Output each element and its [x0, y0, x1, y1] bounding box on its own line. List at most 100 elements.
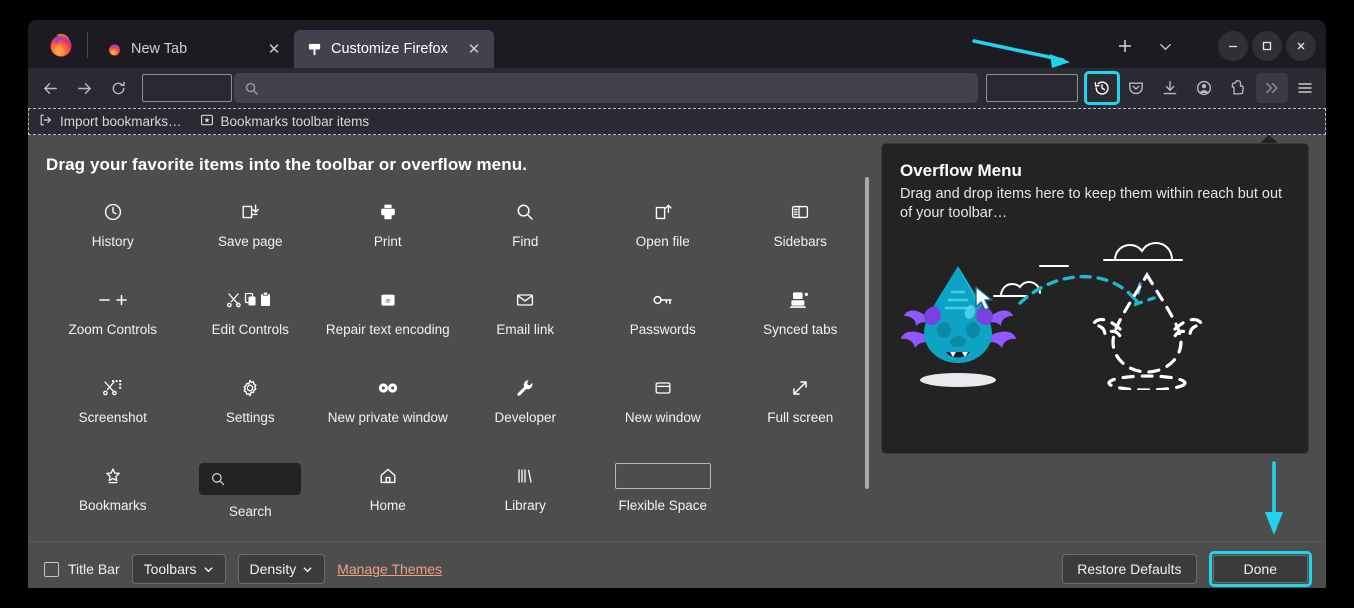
palette-item-label: Settings: [225, 410, 275, 425]
palette-item-label: Synced tabs: [763, 322, 838, 337]
done-label: Done: [1243, 561, 1277, 577]
palette-item-new-private-window[interactable]: New private window: [319, 365, 457, 453]
palette-item-search[interactable]: Search: [182, 453, 320, 541]
fullscreen-icon: [790, 375, 810, 401]
customize-heading: Drag your favorite items into the toolba…: [46, 155, 528, 174]
palette-item-flexible-space[interactable]: Flexible Space: [594, 453, 732, 541]
pocket-icon[interactable]: [1120, 73, 1152, 103]
import-bookmarks-label: Import bookmarks…: [60, 114, 182, 129]
search-icon: [212, 473, 225, 486]
account-icon[interactable]: [1188, 73, 1220, 103]
palette-item-save-page[interactable]: Save page: [182, 189, 320, 277]
close-window-button[interactable]: [1286, 31, 1316, 61]
key-icon: [651, 287, 675, 313]
density-dropdown[interactable]: Density: [237, 554, 326, 584]
restore-defaults-button[interactable]: Restore Defaults: [1062, 554, 1197, 584]
palette-item-find[interactable]: Find: [457, 189, 595, 277]
palette-item-bookmarks[interactable]: Bookmarks: [44, 453, 182, 541]
restore-defaults-label: Restore Defaults: [1077, 561, 1182, 577]
new-window-icon: [653, 375, 673, 401]
library-icon: [515, 463, 535, 489]
open-file-icon: [653, 199, 673, 225]
toolbars-dropdown[interactable]: Toolbars: [131, 554, 226, 584]
overflow-menu-panel[interactable]: Overflow Menu Drag and drop items here t…: [881, 143, 1309, 454]
bookmarks-toolbar-items-label: Bookmarks toolbar items: [220, 114, 370, 129]
palette-item-passwords[interactable]: Passwords: [594, 277, 732, 365]
bookmarks-toolbar-items-button[interactable]: Bookmarks toolbar items: [200, 113, 370, 130]
tab-separator: [87, 32, 88, 58]
palette-item-label: New window: [624, 410, 701, 425]
downloads-icon[interactable]: [1154, 73, 1186, 103]
reload-icon[interactable]: [102, 73, 134, 103]
done-button-highlight: Done: [1208, 551, 1312, 587]
palette-item-label: Zoom Controls: [68, 322, 158, 337]
drag-drop-creature-illustration: [882, 240, 1308, 392]
clock-icon: [103, 199, 123, 225]
zoom-controls-icon: [96, 287, 130, 313]
palette-item-label: Bookmarks: [78, 498, 147, 513]
palette-item-edit-controls[interactable]: Edit Controls: [182, 277, 320, 365]
palette-item-developer[interactable]: Developer: [457, 365, 595, 453]
palette-grid: History Save page Print Find Open file S…: [28, 189, 883, 541]
palette-item-zoom-controls[interactable]: Zoom Controls: [44, 277, 182, 365]
manage-themes-link[interactable]: Manage Themes: [337, 561, 442, 577]
palette-item-email-link[interactable]: Email link: [457, 277, 595, 365]
flexible-space-widget-right[interactable]: [986, 74, 1078, 102]
back-icon[interactable]: [34, 73, 66, 103]
palette-item-open-file[interactable]: Open file: [594, 189, 732, 277]
palette-item-label: Email link: [496, 322, 555, 337]
palette-item-label: Sidebars: [773, 234, 827, 249]
chevron-down-icon: [204, 566, 212, 572]
import-bookmarks-button[interactable]: Import bookmarks…: [39, 113, 182, 130]
palette-item-print[interactable]: Print: [319, 189, 457, 277]
list-all-tabs-button[interactable]: [1150, 31, 1180, 61]
minimize-button[interactable]: [1218, 31, 1248, 61]
title-bar-label: Title Bar: [68, 561, 120, 577]
forward-icon[interactable]: [68, 73, 100, 103]
palette-item-label: Passwords: [629, 322, 696, 337]
palette-item-new-window[interactable]: New window: [594, 365, 732, 453]
palette-item-synced-tabs[interactable]: Synced tabs: [732, 277, 870, 365]
palette-item-label: Save page: [217, 234, 283, 249]
new-tab-button[interactable]: [1110, 31, 1140, 61]
history-icon[interactable]: [1084, 71, 1120, 105]
maximize-button[interactable]: [1252, 31, 1282, 61]
done-button[interactable]: Done: [1212, 555, 1308, 583]
palette-item-label: Find: [512, 234, 539, 249]
url-bar[interactable]: [234, 73, 978, 103]
extensions-icon[interactable]: [1222, 73, 1254, 103]
palette-item-label: Developer: [494, 410, 557, 425]
palette-item-repair-text-encoding[interactable]: æ Repair text encoding: [319, 277, 457, 365]
title-bar-checkbox-row[interactable]: Title Bar: [44, 561, 120, 577]
print-icon: [378, 199, 398, 225]
hamburger-icon[interactable]: [1290, 73, 1320, 103]
title-bar-checkbox[interactable]: [44, 561, 59, 577]
search-box-widget[interactable]: [199, 463, 302, 495]
repair-text-encoding-icon: æ: [378, 287, 398, 313]
palette-item-library[interactable]: Library: [457, 453, 595, 541]
navigation-toolbar: [28, 68, 1326, 108]
palette-item-home[interactable]: Home: [319, 453, 457, 541]
palette-item-label: Full screen: [767, 410, 834, 425]
bookmark-star-icon: [103, 463, 123, 489]
close-icon[interactable]: ✕: [262, 37, 286, 61]
palette-item-label: Open file: [635, 234, 690, 249]
palette-item-settings[interactable]: Settings: [182, 365, 320, 453]
palette-item-sidebars[interactable]: Sidebars: [732, 189, 870, 277]
palette-item-full-screen[interactable]: Full screen: [732, 365, 870, 453]
palette-item-history[interactable]: History: [44, 189, 182, 277]
sidebars-icon: [790, 199, 810, 225]
palette-scrollbar[interactable]: [865, 177, 869, 489]
overflow-icon[interactable]: [1256, 73, 1288, 103]
tab-customize-firefox[interactable]: Customize Firefox ✕: [294, 30, 494, 68]
palette-item-label: Search: [228, 504, 272, 519]
tab-new-tab[interactable]: New Tab ✕: [94, 30, 294, 68]
bookmarks-folder-icon: [200, 113, 214, 130]
flexible-space-widget-left[interactable]: [142, 74, 232, 102]
palette-item-screenshot[interactable]: Screenshot: [44, 365, 182, 453]
search-icon: [515, 199, 535, 225]
palette-item-label: Edit Controls: [211, 322, 289, 337]
screenshot-icon: [102, 375, 124, 401]
firefox-logo-icon: [44, 28, 78, 62]
close-icon[interactable]: ✕: [462, 37, 486, 61]
